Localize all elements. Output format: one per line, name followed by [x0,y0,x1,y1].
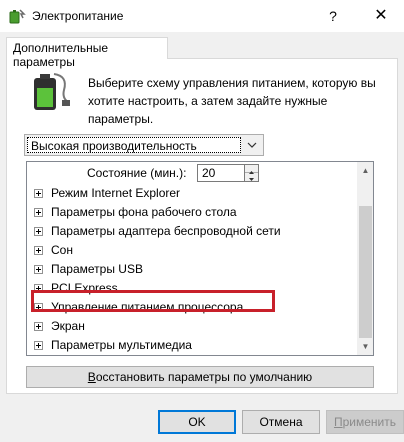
tree-item-label: Параметры фона рабочего стола [51,205,237,219]
power-plan-value: Высокая производительность [27,137,241,153]
restore-label-rest: осстановить параметры по умолчанию [95,370,313,384]
ok-button[interactable]: OK [158,410,236,434]
state-stepper [245,164,259,182]
tree-item-desktop-background[interactable]: Параметры фона рабочего стола [27,203,357,222]
scroll-down-arrow-icon[interactable]: ▼ [357,338,373,355]
expand-plus-icon[interactable] [34,189,43,198]
tree-item-label: Параметры мультимедиа [51,338,192,352]
tree-item-usb[interactable]: Параметры USB [27,260,357,279]
tree-item-label: Сон [51,243,73,257]
tree-scrollbar[interactable]: ▲ ▼ [357,162,373,355]
restore-defaults-button[interactable]: Восстановить параметры по умолчанию [26,366,374,388]
tree-item-internet-explorer[interactable]: Режим Internet Explorer [27,184,357,203]
scroll-thumb[interactable] [359,206,372,338]
state-minutes-input[interactable]: 20 [197,164,245,182]
close-button[interactable]: ✕ [358,0,404,32]
restore-label-accesskey: В [87,370,96,384]
apply-label-accesskey: П [333,415,343,429]
tree-item-sleep[interactable]: Сон [27,241,357,260]
spin-down-button[interactable] [245,173,258,181]
state-label: Состояние (мин.): [87,166,187,180]
spin-up-button[interactable] [245,165,258,174]
power-plan-select[interactable]: Высокая производительность [24,134,264,156]
highlight-annotation [31,290,275,312]
settings-tree: Состояние (мин.): 20 Режим Internet Expl… [26,161,374,356]
tree-item-label: Режим Internet Explorer [51,186,181,200]
tree-item-label: Параметры адаптера беспроводной сети [51,224,281,238]
expand-plus-icon[interactable] [34,265,43,274]
chevron-down-icon [245,138,259,152]
tree-item-label: Параметры USB [51,262,143,276]
expand-plus-icon[interactable] [34,227,43,236]
tree-item-multimedia[interactable]: Параметры мультимедиа [27,336,357,355]
tree-item-wireless-adapter[interactable]: Параметры адаптера беспроводной сети [27,222,357,241]
battery-icon [28,70,72,114]
tree-item-display[interactable]: Экран [27,317,357,336]
apply-button[interactable]: Применить [326,410,404,434]
tree-item-label: Экран [51,319,85,333]
power-options-dialog: Электропитание ? ✕ Дополнительные параме… [0,0,404,442]
apply-label-rest: рименить [342,415,396,429]
window-title: Электропитание [32,9,124,23]
power-options-icon [8,7,26,25]
expand-plus-icon[interactable] [34,246,43,255]
cancel-button[interactable]: Отмена [242,410,320,434]
expand-plus-icon[interactable] [34,208,43,217]
state-row: Состояние (мин.): 20 [27,162,357,184]
title-bar: Электропитание ? ✕ [0,0,404,32]
scroll-up-arrow-icon[interactable]: ▲ [357,162,373,179]
expand-plus-icon[interactable] [34,341,43,350]
expand-plus-icon[interactable] [34,322,43,331]
tab-advanced-settings[interactable]: Дополнительные параметры [6,37,168,69]
description-text: Выберите схему управления питанием, кото… [88,76,376,126]
help-button[interactable]: ? [310,0,356,32]
